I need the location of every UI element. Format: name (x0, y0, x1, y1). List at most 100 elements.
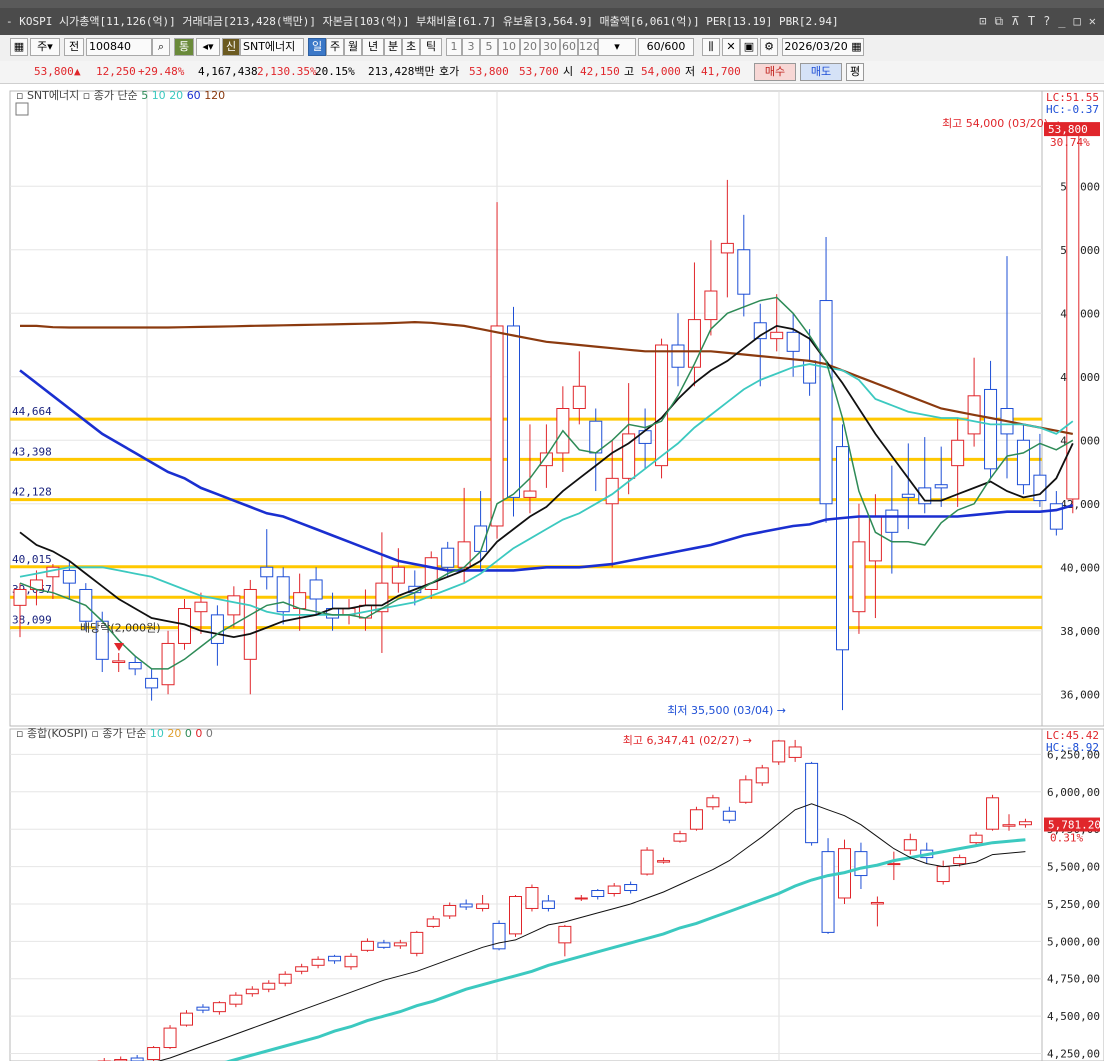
window-ctl-icon[interactable]: ⊼ (1011, 8, 1020, 35)
candle-body (541, 900, 555, 909)
save-icon[interactable]: ▣ (740, 38, 758, 56)
window-ctl-icon[interactable]: ⊡ (979, 8, 986, 35)
candle-body (62, 569, 76, 584)
sell-button[interactable]: 매도 (800, 63, 842, 81)
volume-pct: 2,130.35% (257, 65, 317, 78)
candle-body (426, 918, 440, 927)
buy-button[interactable]: 매수 (754, 63, 796, 81)
candle-body (295, 966, 309, 972)
interval-button[interactable]: 3 (462, 38, 480, 56)
candle-body (657, 860, 671, 863)
candle-body (180, 1012, 193, 1026)
stock-code-input[interactable]: 100840 (86, 38, 152, 56)
tf-month-button[interactable]: 월 (344, 38, 362, 56)
tf-week-button[interactable]: 주 (326, 38, 344, 56)
candle-type-icon[interactable]: ⫼ (702, 38, 720, 56)
candle-body (755, 767, 769, 784)
candle-body (772, 740, 786, 763)
candle-body (986, 797, 1000, 830)
minimize-icon[interactable]: _ (1058, 8, 1065, 35)
sin-button[interactable]: 신 (222, 38, 240, 56)
gear-icon[interactable]: ⚙ (760, 38, 778, 56)
stock-code-value: 100840 (89, 40, 131, 53)
search-icon[interactable]: ⌕ (152, 38, 170, 56)
candle-body (328, 955, 342, 962)
hc-label: HC:-8.92 (1046, 741, 1099, 754)
hc-label: HC:-0.37 (1046, 103, 1099, 116)
candle-body (112, 660, 126, 663)
candle-body (704, 290, 718, 321)
y-tick-label: 48,000 (1060, 307, 1100, 320)
y-tick-label: 40,000 (1060, 561, 1100, 574)
y-tick-label: 52,000 (1060, 180, 1100, 193)
tf-year-button[interactable]: 년 (362, 38, 384, 56)
tools-icon[interactable]: ✕ (722, 38, 740, 56)
price-change: 12,250 (96, 65, 136, 78)
hoga-label: 호가 (439, 65, 460, 78)
date-value: 2026/03/20 (784, 40, 848, 53)
y-tick-label: 5,500,00 (1047, 861, 1100, 874)
candle-body (720, 242, 734, 254)
tf-day-button[interactable]: 일 (308, 38, 326, 56)
y-tick-label: 5,250,00 (1047, 898, 1100, 911)
candle-body (934, 484, 948, 489)
help-icon[interactable]: ? (1043, 8, 1050, 35)
candle-body (572, 385, 586, 409)
layout-icon[interactable]: ▦ (10, 38, 28, 56)
date-input[interactable]: 2026/03/20 ▦ (782, 38, 864, 56)
eval-button[interactable]: 평 (846, 63, 864, 81)
interval-button[interactable]: 20 (520, 38, 540, 56)
window-ctl-icon[interactable]: T (1028, 8, 1035, 35)
legend-entry: 10 (152, 89, 170, 102)
candle-body (309, 579, 323, 600)
candle-body (260, 566, 274, 578)
tf-tick-button[interactable]: 틱 (420, 38, 442, 56)
tong-button[interactable]: 통 (174, 38, 194, 56)
interval-button[interactable]: 120 (578, 38, 600, 56)
maximize-icon[interactable]: □ (1074, 8, 1081, 35)
tf-second-button[interactable]: 초 (402, 38, 420, 56)
candle-body (360, 940, 374, 951)
y-tick-label: 5,000,00 (1047, 935, 1100, 948)
candle-body (509, 895, 522, 935)
speaker-icon[interactable]: ◂▾ (196, 38, 220, 56)
up-arrow-icon: ▲ (74, 65, 81, 78)
quote-bar: 53,800 ▲ 12,250 +29.48% 4,167,438 2,130.… (0, 61, 1104, 84)
prev-button[interactable]: 전 (64, 38, 84, 56)
candle-body (311, 958, 325, 966)
current-price: 53,800 (34, 65, 74, 78)
candle-body (377, 942, 391, 948)
candle-body (391, 566, 405, 584)
stock-name-field[interactable]: SNT에너지 (240, 38, 304, 56)
chart-area[interactable]: 36,000 38,000 40,000 42,000 44,000 46,000 48,0… (0, 83, 1104, 1061)
tf-minute-button[interactable]: 분 (384, 38, 402, 56)
dividend-annotation: 배당락(2,000원) (80, 622, 161, 635)
count-input[interactable]: 60/600 (638, 38, 694, 56)
candle-body (245, 988, 259, 995)
window-ctl-icon[interactable]: ⧉ (994, 8, 1003, 35)
candle-body (821, 851, 835, 933)
candle-body (589, 420, 603, 454)
interval-custom-select[interactable]: ▾ (598, 38, 636, 56)
chart-toolbar: ▦ 주▾ 전 100840 ⌕ 통 ◂▾ 신 SNT에너지 일 주 월 년 분 … (0, 35, 1104, 62)
period-week-select[interactable]: 주▾ (30, 38, 60, 56)
bid-price: 53,700 (519, 65, 559, 78)
candle-body (476, 903, 490, 909)
candle-body (887, 863, 901, 866)
candle-body (507, 325, 520, 498)
legend-entry: 종가 단순 (94, 89, 141, 102)
interval-button[interactable]: 5 (480, 38, 498, 56)
current-pct-label: 30.74% (1050, 136, 1090, 149)
interval-button[interactable]: 1 (446, 38, 462, 56)
interval-button[interactable]: 10 (498, 38, 520, 56)
interval-button[interactable]: 60 (560, 38, 578, 56)
candle-body (262, 982, 276, 990)
interval-button[interactable]: 30 (540, 38, 560, 56)
candle-body (276, 576, 290, 613)
legend-entry: 5 (141, 89, 152, 102)
candle-body (1016, 439, 1030, 486)
candle-body (624, 884, 638, 892)
y-tick-label: 4,750,00 (1047, 973, 1100, 986)
candle-body (523, 490, 537, 498)
close-icon[interactable]: ✕ (1089, 8, 1096, 35)
